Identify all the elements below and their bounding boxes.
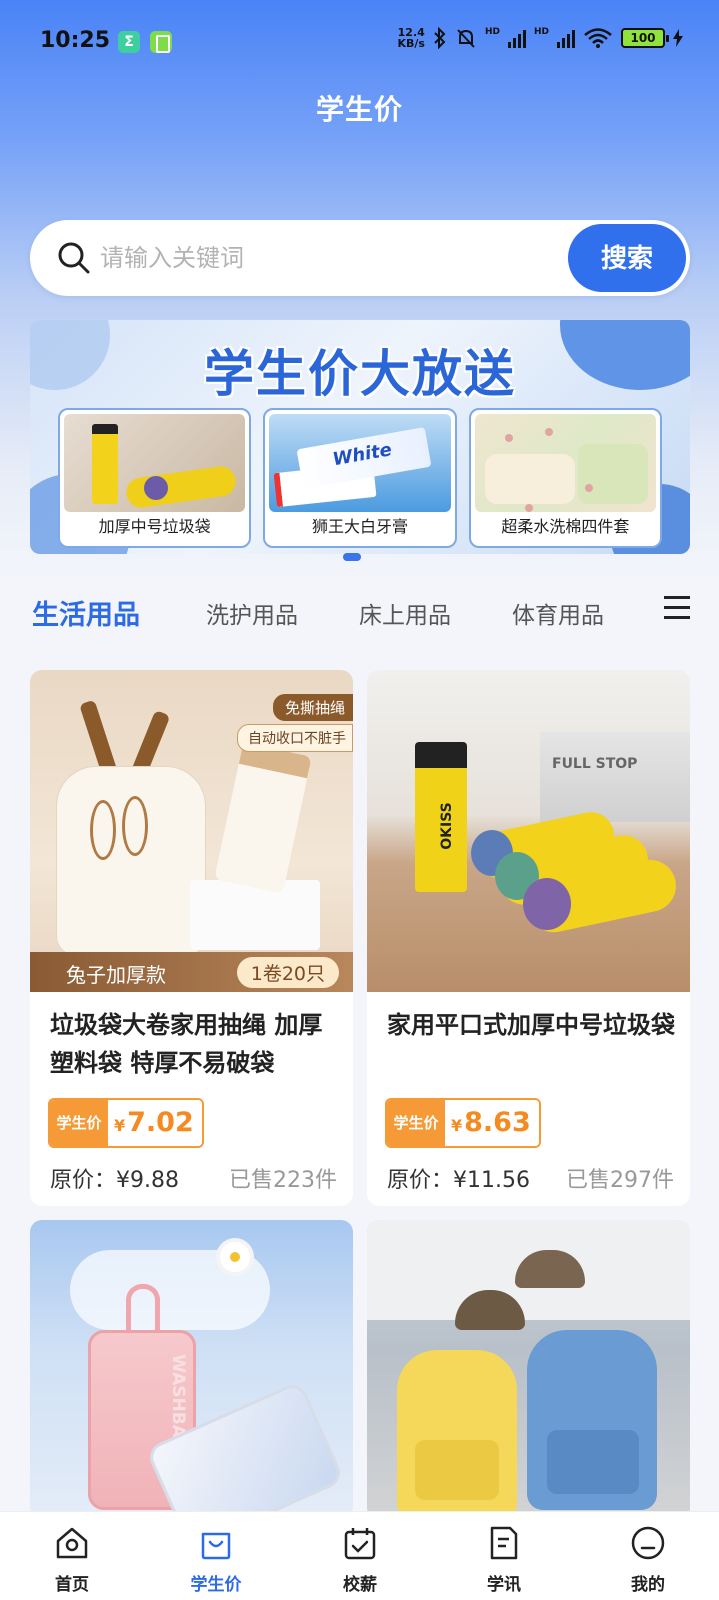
banner-product-card[interactable]: 狮王大白牙膏: [263, 408, 457, 548]
banner-product-card[interactable]: 加厚中号垃圾袋: [58, 408, 252, 548]
hd-badge-2: HD: [533, 27, 549, 37]
product-title: 家用平口式加厚中号垃圾袋: [387, 1011, 675, 1039]
product-card[interactable]: [30, 1220, 353, 1520]
product-card[interactable]: 免撕抽绳 自动收口不脏手 兔子加厚款 1卷20只 垃圾袋大卷家用抽绳 加厚塑料袋…: [30, 670, 353, 1206]
battery-indicator: 100: [621, 28, 669, 48]
product-card[interactable]: [367, 1220, 690, 1520]
banner-title: 学生价大放送: [204, 345, 516, 403]
banner-product-label: 超柔水洗棉四件套: [501, 517, 630, 536]
nav-item-news[interactable]: 学讯: [432, 1512, 576, 1600]
price-label: 学生价: [50, 1100, 108, 1146]
price-value: ¥7.02: [108, 1100, 202, 1146]
image-tag: 免撕抽绳: [272, 694, 353, 721]
sold-count: 已售223件: [229, 1168, 337, 1193]
home-icon: [56, 1527, 88, 1559]
banner-product-list: 加厚中号垃圾袋 狮王大白牙膏 超柔水洗棉四件套: [58, 408, 662, 548]
page-title: 学生价: [315, 93, 403, 126]
nav-item-salary[interactable]: 校薪: [288, 1512, 432, 1600]
nav-item-profile[interactable]: 我的: [576, 1512, 719, 1600]
status-time: 10:25: [40, 28, 111, 53]
price-value: ¥8.63: [445, 1100, 539, 1146]
product-card[interactable]: 家用平口式加厚中号垃圾袋 学生价 ¥8.63 原价：¥11.56 已售297件: [367, 670, 690, 1206]
nav-item-student-price[interactable]: 学生价: [144, 1512, 288, 1600]
image-banner-badge: 1卷20只: [236, 957, 339, 988]
document-icon: [490, 1526, 518, 1560]
search-bar: 搜索: [30, 220, 690, 296]
notification-clipboard-icon: [150, 31, 172, 53]
garbage-bag-image: [64, 414, 246, 512]
network-speed-unit: KB/s: [397, 37, 425, 50]
original-price: 原价：¥11.56: [387, 1168, 530, 1193]
search-input[interactable]: [100, 238, 540, 278]
status-indicators: 12.4 KB/s HD HD 100: [397, 27, 683, 49]
wifi-icon: [584, 28, 612, 48]
image-tag: 自动收口不脏手: [237, 724, 353, 752]
search-icon: [58, 242, 90, 274]
price-amount: 7.02: [127, 1107, 194, 1138]
signal-icon-1: [507, 28, 526, 48]
price-label: 学生价: [387, 1100, 445, 1146]
charging-icon: [673, 29, 683, 47]
nav-label: 首页: [55, 1575, 89, 1595]
product-image: 免撕抽绳 自动收口不脏手 兔子加厚款 1卷20只: [30, 670, 353, 992]
status-bar: 10:25 Σ 12.4 KB/s HD HD 100: [0, 0, 719, 86]
student-price-tag: 学生价 ¥8.63: [385, 1098, 541, 1148]
nav-label: 学生价: [190, 1575, 242, 1595]
product-image: [30, 1220, 353, 1520]
product-title: 垃圾袋大卷家用抽绳 加厚塑料袋 特厚不易破袋: [50, 1011, 323, 1077]
carousel-indicator: [343, 553, 361, 561]
student-price-tag: 学生价 ¥7.02: [48, 1098, 204, 1148]
signal-icon-2: [557, 28, 575, 48]
category-tabs: 生活用品 洗护用品 床上用品 体育用品: [0, 578, 719, 648]
nav-label: 校薪: [343, 1575, 377, 1595]
bluetooth-icon: [434, 27, 446, 49]
image-banner-text: 兔子加厚款: [66, 963, 166, 987]
banner-product-label: 狮王大白牙膏: [311, 517, 408, 536]
sold-count: 已售297件: [566, 1168, 674, 1193]
calendar-check-icon: [344, 1528, 376, 1560]
tab-daily-goods[interactable]: 生活用品: [32, 593, 140, 632]
currency-symbol: ¥: [114, 1116, 126, 1135]
nav-item-home[interactable]: 首页: [0, 1512, 144, 1600]
shopping-bag-icon: [201, 1532, 231, 1560]
tab-toiletries[interactable]: 洗护用品: [206, 596, 298, 630]
banner-product-label: 加厚中号垃圾袋: [98, 517, 211, 536]
banner-product-card[interactable]: 超柔水洗棉四件套: [468, 408, 662, 548]
tab-bedding[interactable]: 床上用品: [359, 596, 451, 630]
currency-symbol: ¥: [451, 1116, 463, 1135]
profile-icon: [631, 1526, 665, 1560]
image-banner: 兔子加厚款 1卷20只: [30, 952, 353, 992]
price-amount: 8.63: [464, 1107, 531, 1138]
product-image: [367, 670, 690, 992]
bottom-navigation: 首页 学生价 校薪 学讯 我的: [0, 1511, 719, 1600]
search-button[interactable]: 搜索: [568, 224, 686, 292]
tab-sports[interactable]: 体育用品: [512, 596, 604, 630]
bedding-set-image: [474, 414, 656, 512]
original-price: 原价：¥9.88: [50, 1168, 179, 1193]
hd-badge-1: HD: [484, 27, 500, 37]
product-image: [367, 1220, 690, 1520]
nav-label: 我的: [631, 1575, 665, 1595]
network-speed: 12.4 KB/s: [397, 27, 424, 49]
toothpaste-image: [269, 414, 451, 512]
mute-bell-icon: [457, 29, 475, 48]
notification-app-icon: Σ: [118, 31, 140, 53]
menu-icon[interactable]: [664, 596, 690, 624]
promo-banner[interactable]: 学生价大放送 加厚中号垃圾袋 狮王大白牙膏 超柔水洗棉四件套: [30, 320, 690, 554]
nav-label: 学讯: [487, 1575, 521, 1595]
